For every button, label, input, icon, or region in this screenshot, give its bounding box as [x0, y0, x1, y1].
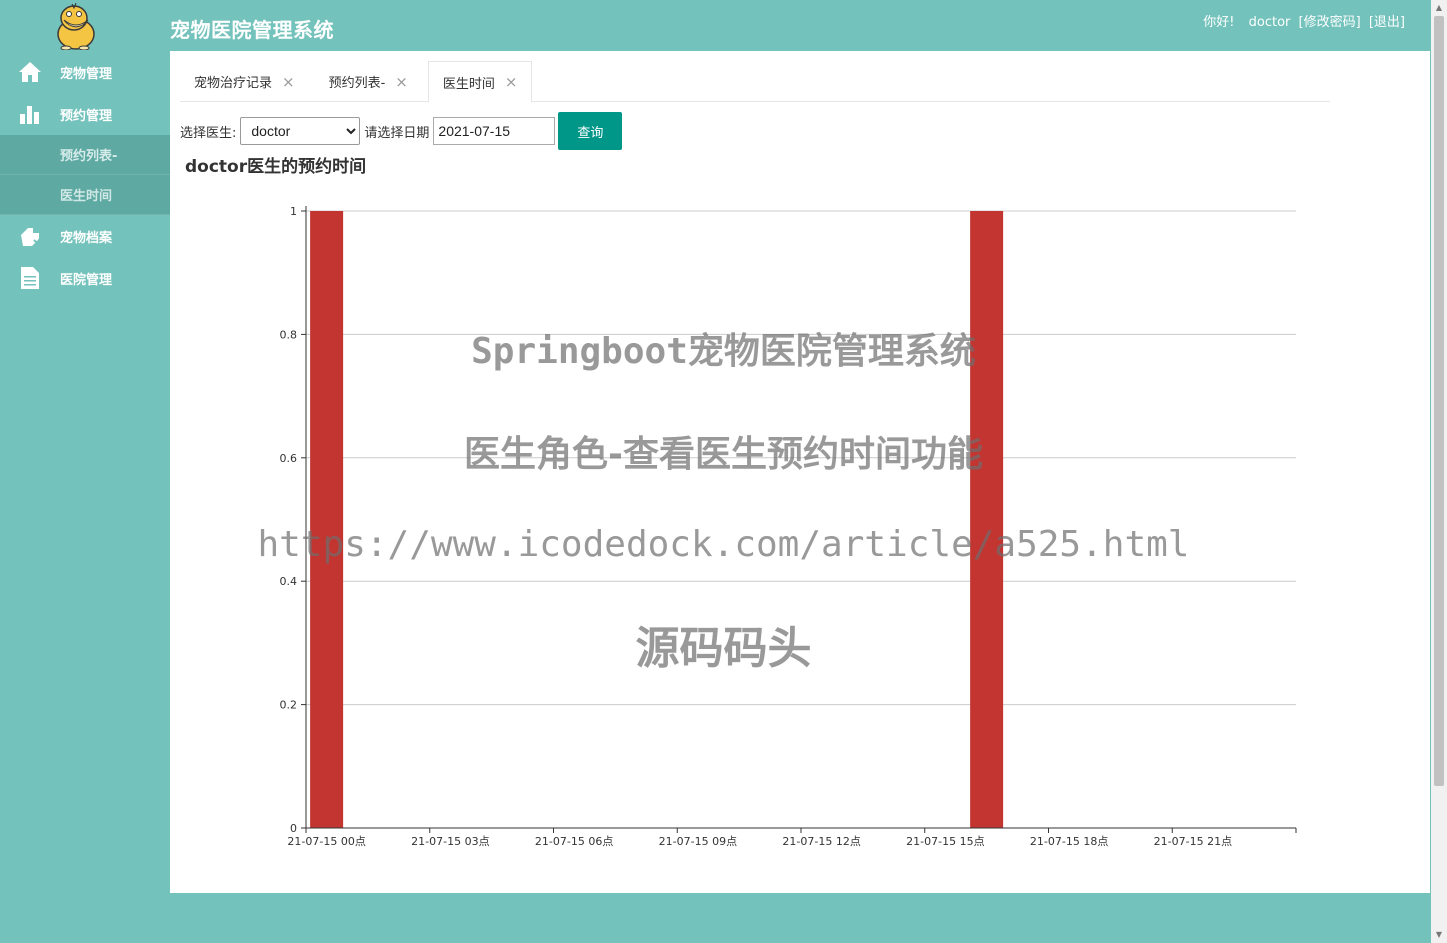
x-tick-label: 21-07-15 03点 — [411, 835, 489, 848]
sidebar-item-pet-management[interactable]: 宠物管理 — [0, 51, 170, 93]
chart-title: doctor医生的预约时间 — [185, 157, 367, 177]
x-tick-label: 21-07-15 21点 — [1154, 835, 1232, 848]
date-label: 请选择日期 — [364, 125, 430, 141]
sidebar: 宠物管理 预约管理 预约列表- 医生时间 宠物档案 医院管理 — [0, 51, 170, 943]
x-tick-label: 21-07-15 15点 — [906, 835, 984, 848]
scrollbar-thumb[interactable] — [1434, 16, 1444, 786]
greeting-text: 你好! — [1203, 15, 1235, 30]
x-tick-label: 21-07-15 12点 — [782, 835, 860, 848]
sidebar-item-pet-records[interactable]: 宠物档案 — [0, 215, 170, 257]
scroll-down-icon[interactable]: ▼ — [1431, 927, 1447, 943]
sidebar-item-label: 宠物管理 — [60, 66, 113, 82]
y-tick-label: 0.8 — [280, 328, 298, 341]
y-tick-label: 0.2 — [280, 699, 298, 712]
y-tick-label: 0 — [290, 822, 297, 835]
x-tick-label: 21-07-15 18点 — [1030, 835, 1108, 848]
top-header: 宠物医院管理系统 你好! doctor [修改密码] [退出] — [0, 0, 1431, 51]
query-button[interactable]: 查询 — [558, 112, 623, 150]
sidebar-item-label: 医院管理 — [60, 272, 113, 288]
user-area: 你好! doctor [修改密码] [退出] — [1199, 11, 1405, 30]
bar — [970, 211, 1004, 828]
duck-logo-icon — [54, 2, 98, 51]
x-tick-label: 21-07-15 06点 — [535, 835, 613, 848]
document-icon — [18, 266, 42, 290]
sidebar-subitem-appointment-list[interactable]: 预约列表- — [0, 135, 170, 175]
username-text: doctor — [1248, 15, 1291, 30]
tab-appointment-list[interactable]: 预约列表- × — [315, 61, 422, 102]
sidebar-item-label: 预约管理 — [60, 108, 113, 124]
close-icon[interactable]: × — [505, 73, 518, 91]
bar-chart-svg: 0 0.2 0.4 0.6 0.8 1 21-07-15 00点 21-07-15 03点 21… — [280, 205, 1297, 848]
main-content: 宠物治疗记录 × 预约列表- × 医生时间 × 选择医生: doctor 请选择… — [170, 51, 1430, 893]
close-icon[interactable]: × — [282, 73, 295, 91]
y-tick-label: 0.4 — [280, 575, 298, 588]
tab-bar: 宠物治疗记录 × 预约列表- × 医生时间 × — [180, 61, 1330, 103]
tab-label: 宠物治疗记录 — [194, 76, 273, 91]
sidebar-item-label: 宠物档案 — [60, 230, 113, 246]
appointment-submenu: 预约列表- 医生时间 — [0, 135, 170, 215]
date-input[interactable] — [433, 117, 556, 145]
tab-label: 预约列表- — [328, 76, 386, 91]
sidebar-item-hospital-management[interactable]: 医院管理 — [0, 257, 170, 299]
y-tick-label: 0.6 — [280, 452, 298, 465]
pet-file-icon — [18, 224, 42, 248]
bar-chart-icon — [18, 102, 42, 126]
app-title: 宠物医院管理系统 — [170, 18, 334, 42]
sidebar-item-appointment-management[interactable]: 预约管理 — [0, 93, 170, 135]
vertical-scrollbar[interactable]: ▲ ▼ — [1431, 0, 1447, 943]
tab-label: 医生时间 — [442, 76, 495, 92]
filter-bar: 选择医生: doctor 请选择日期 查询 — [180, 112, 623, 150]
x-tick-label: 21-07-15 09点 — [659, 835, 737, 848]
bar — [310, 211, 344, 828]
home-icon — [18, 60, 42, 84]
close-icon[interactable]: × — [395, 73, 408, 91]
logout-link[interactable]: [退出] — [1369, 15, 1405, 30]
x-tick-label: 21-07-15 00点 — [287, 835, 365, 848]
sidebar-subitem-doctor-time[interactable]: 医生时间 — [0, 175, 170, 215]
doctor-select-label: 选择医生: — [180, 125, 237, 141]
change-password-link[interactable]: [修改密码] — [1299, 15, 1361, 30]
scroll-up-icon[interactable]: ▲ — [1431, 0, 1447, 16]
tab-pet-treatment-records[interactable]: 宠物治疗记录 × — [180, 61, 309, 102]
tab-doctor-time[interactable]: 医生时间 × — [427, 61, 533, 103]
doctor-select[interactable]: doctor — [240, 117, 361, 145]
appointment-chart: 0 0.2 0.4 0.6 0.8 1 21-07-15 00点 21-07-15 03点 21… — [270, 196, 1310, 870]
y-tick-label: 1 — [290, 205, 297, 218]
